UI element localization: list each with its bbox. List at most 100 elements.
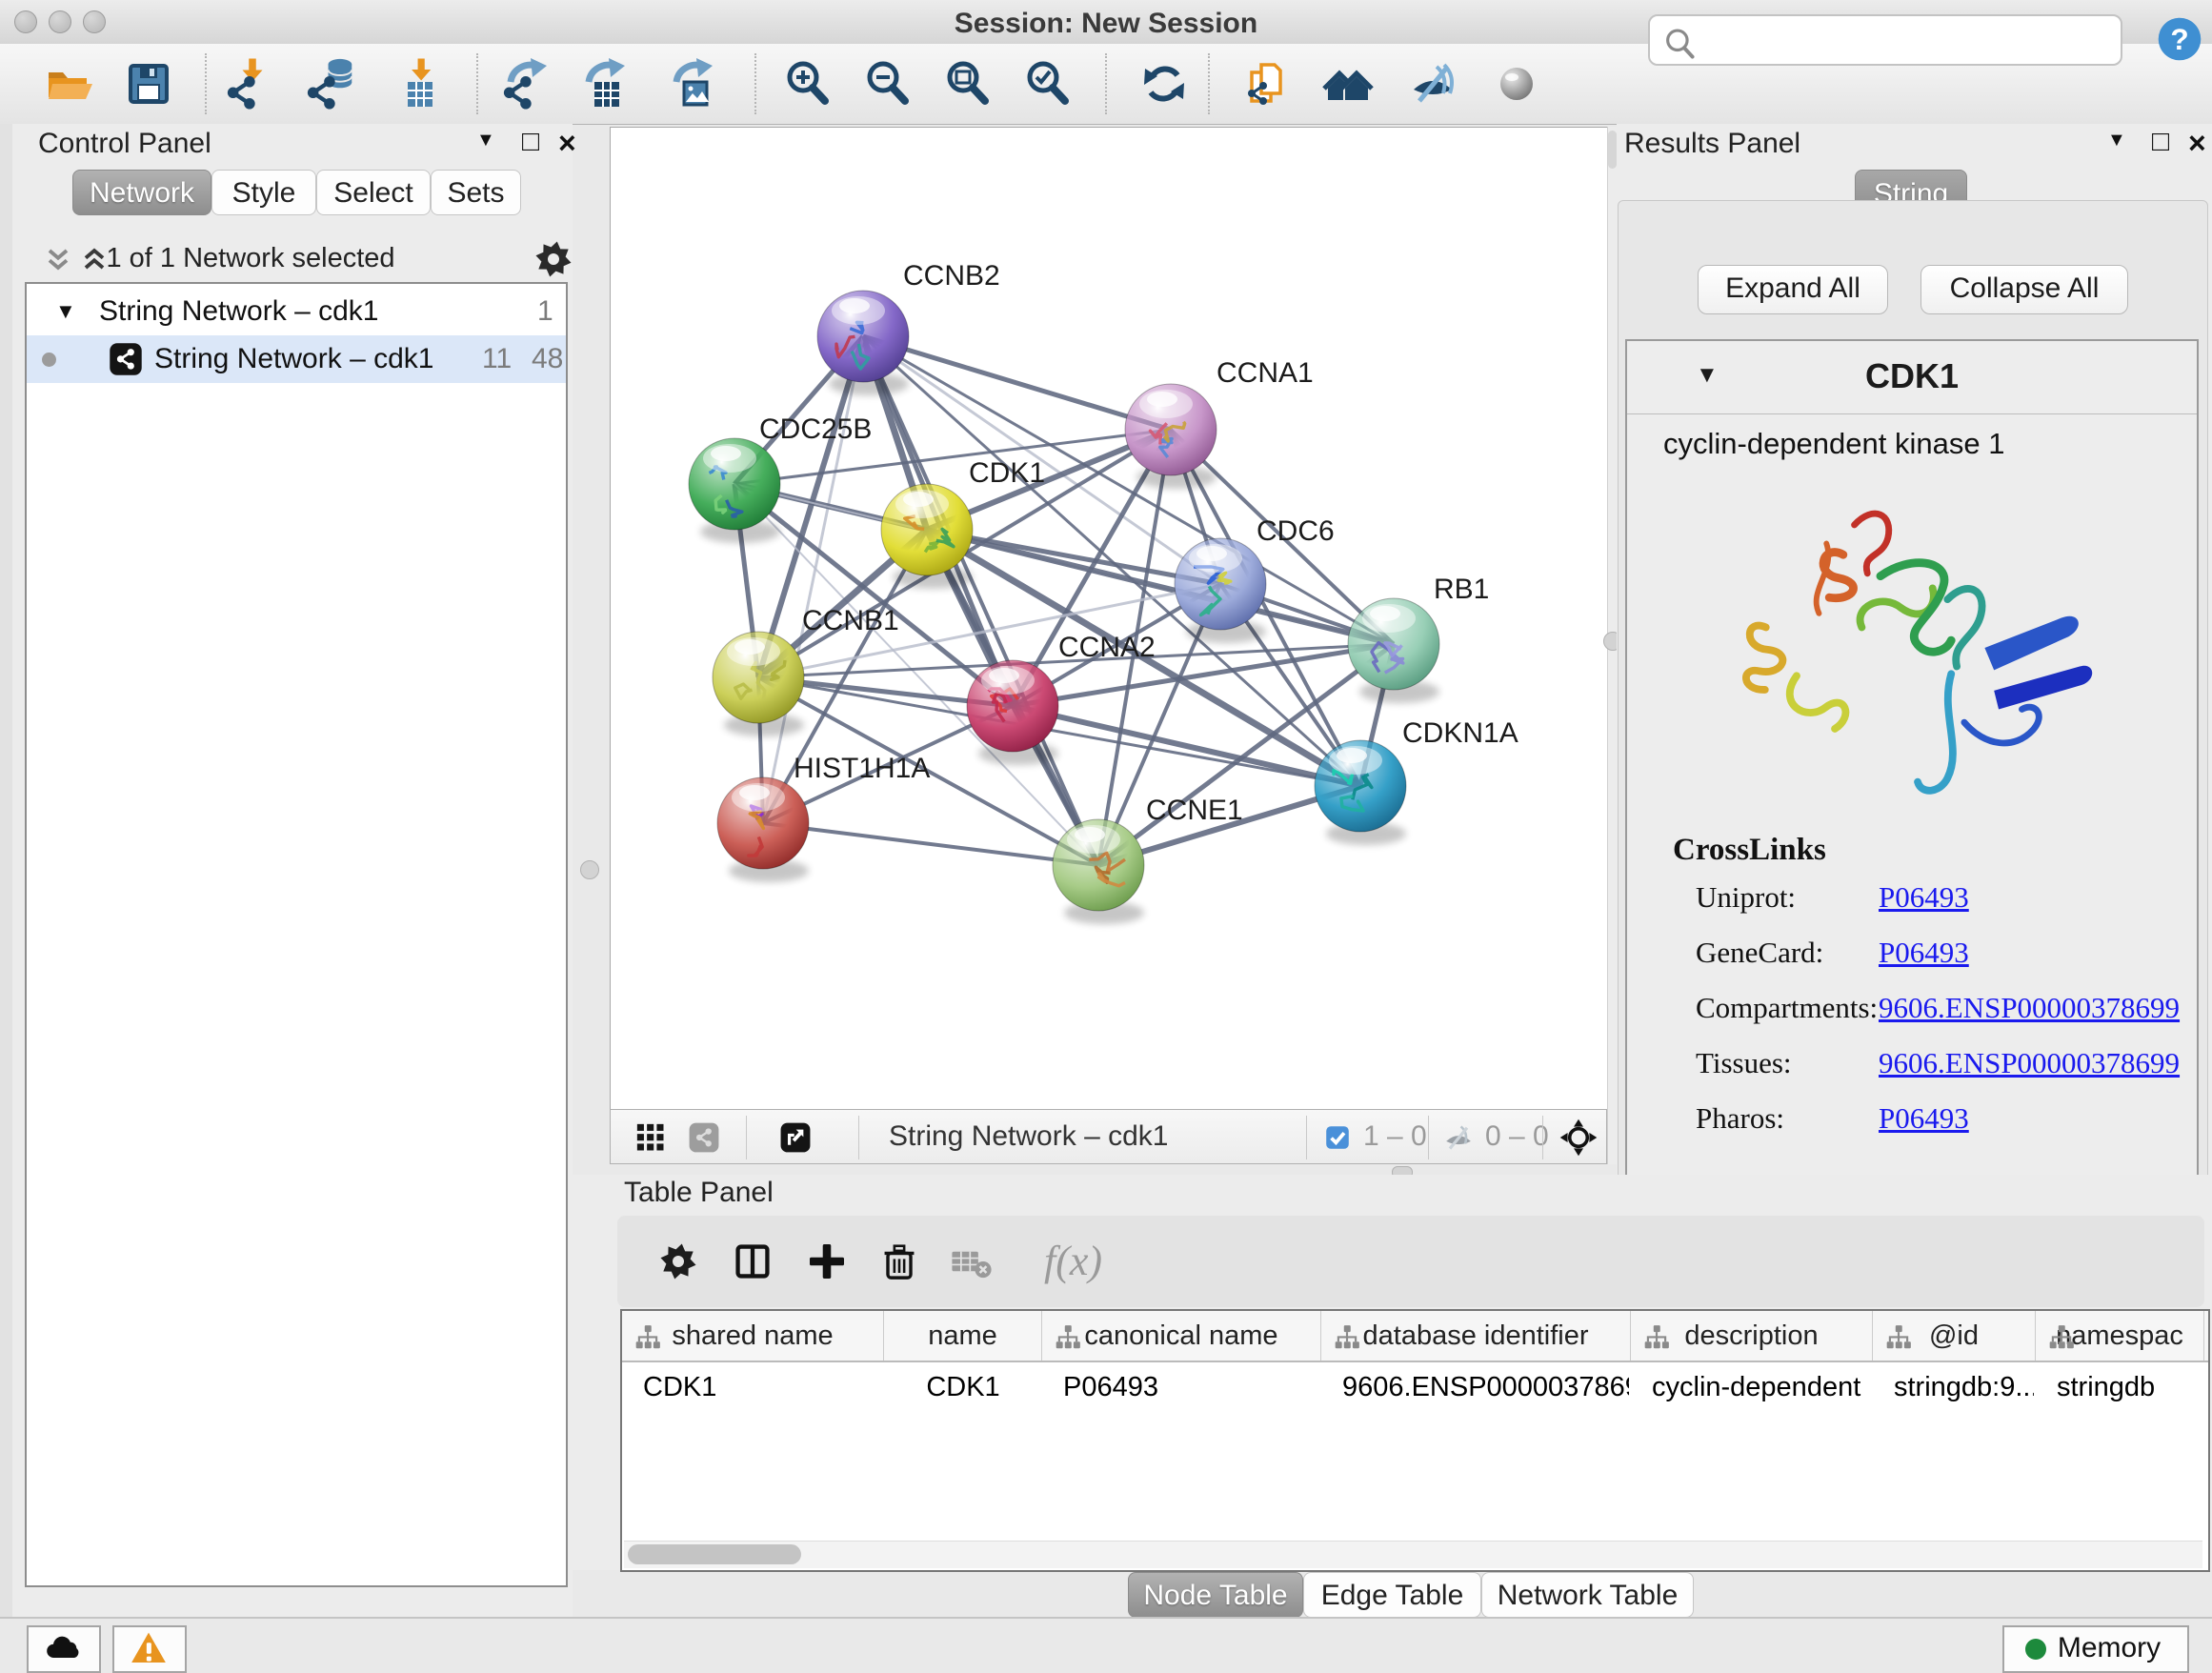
tab-network[interactable]: Network xyxy=(72,170,211,215)
network-collection-row[interactable]: ▼ String Network – cdk1 1 xyxy=(27,288,566,335)
node-label: CCNA1 xyxy=(1217,357,1314,389)
tab-style[interactable]: Style xyxy=(211,170,316,215)
clone-network-button[interactable] xyxy=(1240,57,1294,111)
node-table[interactable]: shared namenamecanonical namedatabase id… xyxy=(620,1309,2210,1572)
crosslink-link[interactable]: 9606.ENSP00000378699 xyxy=(1879,1046,2180,1080)
canvas-scrollbar-thumb[interactable] xyxy=(1608,131,1617,169)
table-toolbar: f(x) xyxy=(617,1216,2204,1307)
crosslink-label: Uniprot: xyxy=(1696,880,1796,914)
toolbar-separator xyxy=(476,53,478,114)
warnings-button[interactable] xyxy=(112,1625,187,1673)
memory-label: Memory xyxy=(2058,1632,2161,1663)
export-image-button[interactable] xyxy=(665,57,718,111)
import-network-button[interactable] xyxy=(223,57,276,111)
memory-button[interactable]: Memory xyxy=(2002,1625,2189,1673)
cloud-button[interactable] xyxy=(27,1625,101,1673)
column-header-canonical-name[interactable]: canonical name xyxy=(1042,1311,1321,1361)
table-options-gear-icon[interactable] xyxy=(655,1239,701,1284)
cdk1-section-header[interactable]: ▼ CDK1 xyxy=(1627,341,2197,414)
open-session-button[interactable] xyxy=(44,57,97,111)
crosslink-label: Tissues: xyxy=(1696,1046,1792,1079)
network-row[interactable]: String Network – cdk1 11 48 xyxy=(27,335,566,383)
cdk1-result-section: ▼ CDK1 cyclin-dependent kinase 1 CrossLi… xyxy=(1625,339,2199,1179)
column-header-shared-name[interactable]: shared name xyxy=(622,1311,884,1361)
delete-column-icon[interactable] xyxy=(876,1239,922,1284)
export-view-icon[interactable] xyxy=(778,1120,813,1155)
crosslink-link[interactable]: P06493 xyxy=(1879,1101,1969,1136)
cell-namespac[interactable]: stringdb xyxy=(2057,1364,2202,1410)
zoom-in-button[interactable] xyxy=(781,57,835,111)
crosslink-label: Compartments: xyxy=(1696,991,1878,1024)
node-label: CCNB2 xyxy=(903,260,1000,292)
import-table-button[interactable] xyxy=(391,57,444,111)
save-session-button[interactable] xyxy=(122,57,175,111)
control-panel-close-icon[interactable]: × xyxy=(558,126,576,161)
cytoscape-window: { "window": { "title": "Session: New Ses… xyxy=(0,0,2212,1671)
vertical-splitter-handle[interactable] xyxy=(580,860,599,879)
crosslink-row: Compartments:9606.ENSP00000378699 xyxy=(1696,991,2191,1025)
expand-all-button[interactable]: Expand All xyxy=(1698,265,1888,314)
column-header-namespac[interactable]: namespac xyxy=(2036,1311,2204,1361)
export-network-button[interactable] xyxy=(499,57,553,111)
show-column-panel-icon[interactable] xyxy=(730,1239,775,1284)
column-header-name[interactable]: name xyxy=(884,1311,1042,1361)
cell-name[interactable]: CDK1 xyxy=(884,1364,1042,1410)
cell-database-identifier[interactable]: 9606.ENSP00000378699 xyxy=(1342,1364,1629,1410)
share-network-icon[interactable] xyxy=(687,1120,721,1155)
control-panel-float-icon[interactable]: □ xyxy=(522,126,539,158)
column-header-database-identifier[interactable]: database identifier xyxy=(1321,1311,1631,1361)
toolbar-separator xyxy=(205,53,207,114)
refresh-button[interactable] xyxy=(1137,57,1191,111)
search-input[interactable] xyxy=(1699,20,2103,58)
tab-edge-table[interactable]: Edge Table xyxy=(1303,1572,1481,1618)
tab-node-table[interactable]: Node Table xyxy=(1128,1572,1303,1618)
cell-shared-name[interactable]: CDK1 xyxy=(643,1364,882,1410)
hidden-eye-icon[interactable] xyxy=(1441,1120,1476,1155)
results-panel-menu-icon[interactable]: ▼ xyxy=(2107,130,2126,151)
string-network-badge-icon xyxy=(109,342,143,376)
network-options-gear-icon[interactable] xyxy=(531,236,576,282)
collapse-all-button[interactable]: Collapse All xyxy=(1920,265,2128,314)
control-panel-menu-icon[interactable]: ▼ xyxy=(476,130,495,151)
crosslink-link[interactable]: P06493 xyxy=(1879,880,1969,915)
table-hscrollbar[interactable] xyxy=(624,1541,2202,1568)
crosslink-link[interactable]: 9606.ENSP00000378699 xyxy=(1879,991,2180,1025)
control-panel-tabs: NetworkStyleSelectSets xyxy=(12,170,573,215)
help-button[interactable]: ? xyxy=(2155,14,2204,64)
search-field[interactable] xyxy=(1648,14,2122,66)
column-header-description[interactable]: description xyxy=(1631,1311,1873,1361)
cell-canonical-name[interactable]: P06493 xyxy=(1063,1364,1319,1410)
zoom-selected-button[interactable] xyxy=(1021,57,1075,111)
collection-count: 1 xyxy=(537,288,553,335)
status-divider xyxy=(0,1617,2212,1619)
cell-@id[interactable]: stringdb:9... xyxy=(1894,1364,2034,1410)
collection-disclosure-icon[interactable]: ▼ xyxy=(55,288,76,335)
collapsed-panel-strip[interactable] xyxy=(0,124,13,1617)
crosslink-link[interactable]: P06493 xyxy=(1879,936,1969,970)
cloud-icon xyxy=(42,1629,84,1667)
column-header-@id[interactable]: @id xyxy=(1873,1311,2036,1361)
export-table-button[interactable] xyxy=(577,57,631,111)
selected-checkbox-icon[interactable] xyxy=(1323,1123,1352,1152)
graphics-detail-button[interactable] xyxy=(1490,57,1543,111)
hide-selected-button[interactable] xyxy=(1406,57,1459,111)
zoom-out-button[interactable] xyxy=(861,57,915,111)
tab-select[interactable]: Select xyxy=(316,170,431,215)
birdseye-icon[interactable] xyxy=(1559,1119,1598,1157)
tab-sets[interactable]: Sets xyxy=(431,170,521,215)
add-column-icon[interactable] xyxy=(804,1239,850,1284)
tab-network-table[interactable]: Network Table xyxy=(1481,1572,1694,1618)
results-panel-close-icon[interactable]: × xyxy=(2188,126,2206,161)
grid-view-icon[interactable] xyxy=(633,1120,668,1155)
network-canvas[interactable]: CCNB2CCNA1CDC25BCDK1CDC6RB1CCNB1CCNA2CDK… xyxy=(610,127,1608,1111)
protein-structure-image xyxy=(1715,474,2124,817)
results-panel-float-icon[interactable]: □ xyxy=(2152,126,2169,158)
zoom-fit-button[interactable] xyxy=(941,57,995,111)
network-edge-count: 48 xyxy=(532,335,563,383)
cell-description[interactable]: cyclin-dependent ... xyxy=(1652,1364,1871,1410)
import-database-button[interactable] xyxy=(305,57,358,111)
table-panel: Table Panel f(x) shared namenamecanonica… xyxy=(573,1175,2212,1570)
network-tree: ▼ String Network – cdk1 1 String Network… xyxy=(25,282,568,1587)
table-hscrollbar-thumb[interactable] xyxy=(628,1544,801,1564)
first-neighbors-button[interactable] xyxy=(1321,57,1375,111)
